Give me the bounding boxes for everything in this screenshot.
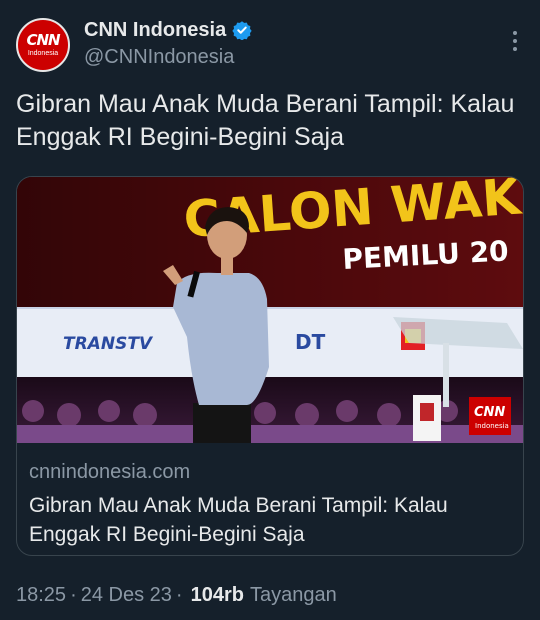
- card-domain[interactable]: cnnindonesia.com: [29, 461, 190, 484]
- tweet-text: Gibran Mau Anak Muda Berani Tampil: Kala…: [16, 90, 515, 151]
- tweet-date[interactable]: 24 Des 23: [81, 584, 172, 607]
- watermark-logo: CNN: [474, 405, 505, 420]
- meta-separator: ·: [70, 584, 77, 606]
- views-label: Tayangan: [249, 584, 337, 606]
- meta-separator: ·: [175, 584, 183, 606]
- card-image[interactable]: CALON WAKIL P PEMILU 20 TRANSTV DT: [17, 177, 524, 443]
- card-title[interactable]: Gibran Mau Anak Muda Berani Tampil: Kala…: [29, 491, 519, 549]
- avatar-logo-sub: Indonesia: [27, 49, 59, 57]
- partner-logo: DT: [295, 330, 326, 354]
- tweet-meta: 18:25 · 24 Des 23 · 104rb Tayangan: [16, 584, 337, 607]
- verified-badge-icon: [232, 21, 252, 40]
- account-handle[interactable]: @CNNIndonesia: [84, 46, 252, 69]
- watermark-logo-sub: Indonesia: [475, 422, 509, 430]
- more-options-icon[interactable]: [512, 30, 518, 52]
- views-count[interactable]: 104rb: [191, 584, 244, 607]
- display-name-row: CNN Indonesia: [84, 16, 252, 44]
- tweet-time[interactable]: 18:25: [16, 584, 66, 607]
- avatar[interactable]: CNN Indonesia: [16, 18, 70, 72]
- avatar-logo: CNN: [26, 30, 60, 49]
- tweet-header: CNN Indonesia CNN Indonesia @CNNIndonesi…: [16, 16, 524, 72]
- account-names: CNN Indonesia @CNNIndonesia: [84, 16, 252, 69]
- display-name[interactable]: CNN Indonesia: [84, 19, 226, 42]
- link-preview-card[interactable]: CALON WAKIL P PEMILU 20 TRANSTV DT: [16, 176, 524, 556]
- sponsor-logo: TRANSTV: [63, 334, 154, 354]
